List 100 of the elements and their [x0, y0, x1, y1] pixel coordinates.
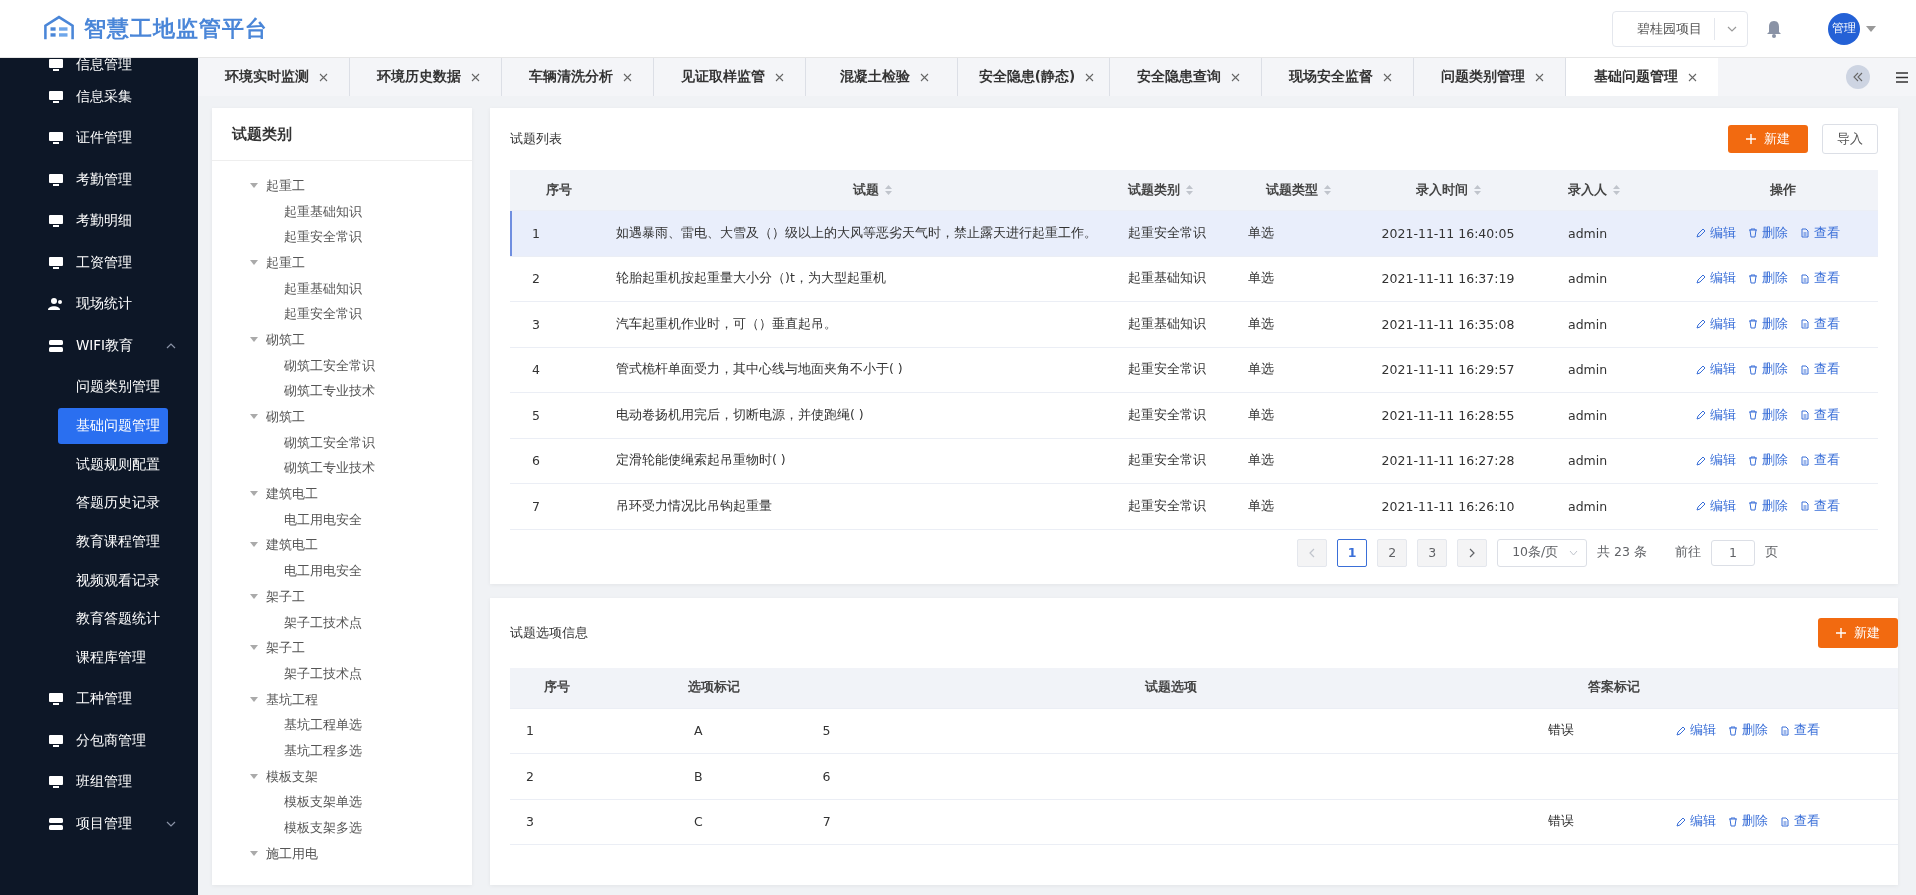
action-link[interactable]: 查看 [1780, 722, 1820, 740]
action-link[interactable]: 查看 [1800, 224, 1840, 242]
sidebar-item[interactable]: 现场统计 [0, 283, 198, 325]
caret-icon[interactable] [250, 336, 258, 343]
sidebar-item[interactable]: 班组管理 [0, 761, 198, 804]
close-icon[interactable] [1383, 72, 1392, 82]
page-button[interactable]: 3 [1417, 538, 1448, 567]
tree-node[interactable]: 架子工 [266, 639, 305, 658]
tree-node[interactable]: 起重工 [266, 176, 305, 195]
caret-icon[interactable] [250, 593, 258, 600]
tree-leaf[interactable]: 电工用电安全 [284, 510, 362, 529]
action-link[interactable]: 删除 [1748, 452, 1788, 470]
close-icon[interactable] [1687, 72, 1697, 82]
action-link[interactable]: 删除 [1728, 813, 1768, 831]
tree-leaf[interactable]: 起重基础知识 [284, 202, 362, 221]
sidebar-subitem[interactable]: 视频观看记录 [58, 562, 168, 599]
action-link[interactable]: 查看 [1800, 497, 1840, 515]
tree-leaf[interactable]: 砌筑工安全常识 [284, 356, 375, 375]
close-icon[interactable] [471, 72, 480, 82]
table-row[interactable]: 3 C 7 错误 编辑 删除 查看 [510, 799, 1898, 845]
caret-icon[interactable] [250, 645, 258, 652]
action-link[interactable]: 编辑 [1696, 361, 1736, 379]
close-icon[interactable] [920, 72, 929, 82]
sidebar-item[interactable]: 考勤明细 [0, 200, 198, 242]
tree-leaf[interactable]: 模板支架单选 [284, 793, 362, 812]
close-icon[interactable] [1231, 72, 1240, 82]
sidebar-subitem[interactable]: 教育答题统计 [58, 601, 168, 638]
action-link[interactable]: 删除 [1748, 270, 1788, 288]
close-icon[interactable] [1535, 72, 1544, 82]
page-button[interactable]: 1 [1337, 538, 1368, 567]
action-link[interactable]: 编辑 [1696, 270, 1736, 288]
tree-leaf[interactable]: 模板支架多选 [284, 819, 362, 838]
sidebar-item[interactable]: 证件管理 [0, 117, 198, 159]
caret-icon[interactable] [250, 542, 258, 549]
sidebar-subitem[interactable]: 课程库管理 [58, 640, 168, 676]
tree-node[interactable]: 起重工 [266, 253, 305, 272]
caret-icon[interactable] [1866, 25, 1876, 32]
close-icon[interactable] [623, 72, 632, 82]
sidebar-item[interactable]: 考勤管理 [0, 159, 198, 201]
sidebar-item[interactable]: 工资管理 [0, 242, 198, 284]
tree-leaf[interactable]: 电工用电安全 [284, 562, 362, 581]
caret-icon[interactable] [250, 259, 258, 266]
sort-icon[interactable] [1186, 185, 1193, 195]
table-row[interactable]: 1 如遇暴雨、雷电、大雪及（）级以上的大风等恶劣天气时，禁止露天进行起重工作。 起重安全常识 单选 2021-11-11 16:40:05 admin 编辑 删除 查看 [510, 211, 1878, 257]
tree-leaf[interactable]: 砌筑工专业技术 [284, 382, 375, 401]
action-link[interactable]: 查看 [1800, 315, 1840, 333]
action-link[interactable]: 查看 [1800, 270, 1840, 288]
action-link[interactable]: 删除 [1728, 722, 1768, 740]
caret-icon[interactable] [250, 850, 258, 857]
tree-node[interactable]: 基坑工程 [266, 690, 318, 709]
action-link[interactable]: 查看 [1800, 452, 1840, 470]
next-page-button[interactable] [1457, 538, 1488, 567]
action-link[interactable]: 编辑 [1696, 406, 1736, 424]
action-link[interactable]: 删除 [1748, 361, 1788, 379]
tree-node[interactable]: 建筑电工 [266, 485, 318, 504]
table-row[interactable]: 5 电动卷扬机用完后，切断电源，并使跑绳( ) 起重安全常识 单选 2021-11-11 16:28:55 admin 编辑 删除 查看 [510, 393, 1878, 439]
tree-node[interactable]: 施工用电 [266, 844, 318, 863]
action-link[interactable]: 编辑 [1696, 224, 1736, 242]
tree-leaf[interactable]: 架子工技术点 [284, 613, 362, 632]
tree-node[interactable]: 建筑电工 [266, 536, 318, 555]
caret-icon[interactable] [250, 773, 258, 780]
sidebar-item[interactable]: 信息采集 [0, 76, 198, 118]
collapse-button[interactable] [1846, 65, 1870, 89]
page-button[interactable]: 2 [1377, 538, 1408, 567]
sort-icon[interactable] [884, 185, 892, 195]
action-link[interactable]: 删除 [1748, 315, 1788, 333]
tree-leaf[interactable]: 起重基础知识 [284, 279, 362, 298]
action-link[interactable]: 删除 [1748, 497, 1788, 515]
sidebar-item[interactable]: 信息管理 [0, 58, 198, 76]
sidebar-item[interactable]: 工种管理 [0, 678, 198, 721]
project-select[interactable]: 碧桂园项目 [1612, 10, 1748, 47]
tree-leaf[interactable]: 起重安全常识 [284, 228, 362, 247]
sidebar-item[interactable]: 分包商管理 [0, 720, 198, 762]
tree-leaf[interactable]: 架子工技术点 [284, 664, 362, 683]
tree-leaf[interactable]: 起重安全常识 [284, 305, 362, 324]
sidebar-item[interactable]: WIFI教育 [0, 325, 198, 367]
action-link[interactable]: 编辑 [1676, 813, 1716, 831]
tab[interactable]: 基础问题管理 [1566, 58, 1718, 96]
close-icon[interactable] [775, 72, 784, 82]
action-link[interactable]: 查看 [1800, 361, 1840, 379]
tree-leaf[interactable]: 基坑工程多选 [284, 741, 362, 760]
caret-icon[interactable] [250, 491, 258, 498]
sidebar-item[interactable]: 项目管理 [0, 803, 198, 845]
sidebar-subitem[interactable]: 教育课程管理 [58, 523, 168, 560]
action-link[interactable]: 删除 [1748, 224, 1788, 242]
sort-icon[interactable] [1473, 185, 1481, 195]
tree-leaf[interactable]: 基坑工程单选 [284, 716, 362, 735]
sidebar-subitem[interactable]: 基础问题管理 [58, 407, 168, 444]
action-link[interactable]: 编辑 [1696, 315, 1736, 333]
close-icon[interactable] [1085, 72, 1095, 82]
sort-icon[interactable] [1323, 185, 1331, 195]
tree-node[interactable]: 架子工 [266, 587, 305, 606]
action-link[interactable]: 编辑 [1696, 452, 1736, 470]
action-link[interactable]: 查看 [1780, 813, 1820, 831]
caret-icon[interactable] [250, 414, 258, 421]
tree-node[interactable]: 砌筑工 [266, 408, 305, 427]
tree-leaf[interactable]: 砌筑工专业技术 [284, 459, 375, 478]
caret-icon[interactable] [250, 696, 258, 703]
table-row[interactable]: 2 轮胎起重机按起重量大小分（)t，为大型起重机 起重基础知识 单选 2021-11-11 16:37:19 admin 编辑 删除 查看 [510, 256, 1878, 302]
sidebar-subitem[interactable]: 问题类别管理 [58, 369, 168, 406]
